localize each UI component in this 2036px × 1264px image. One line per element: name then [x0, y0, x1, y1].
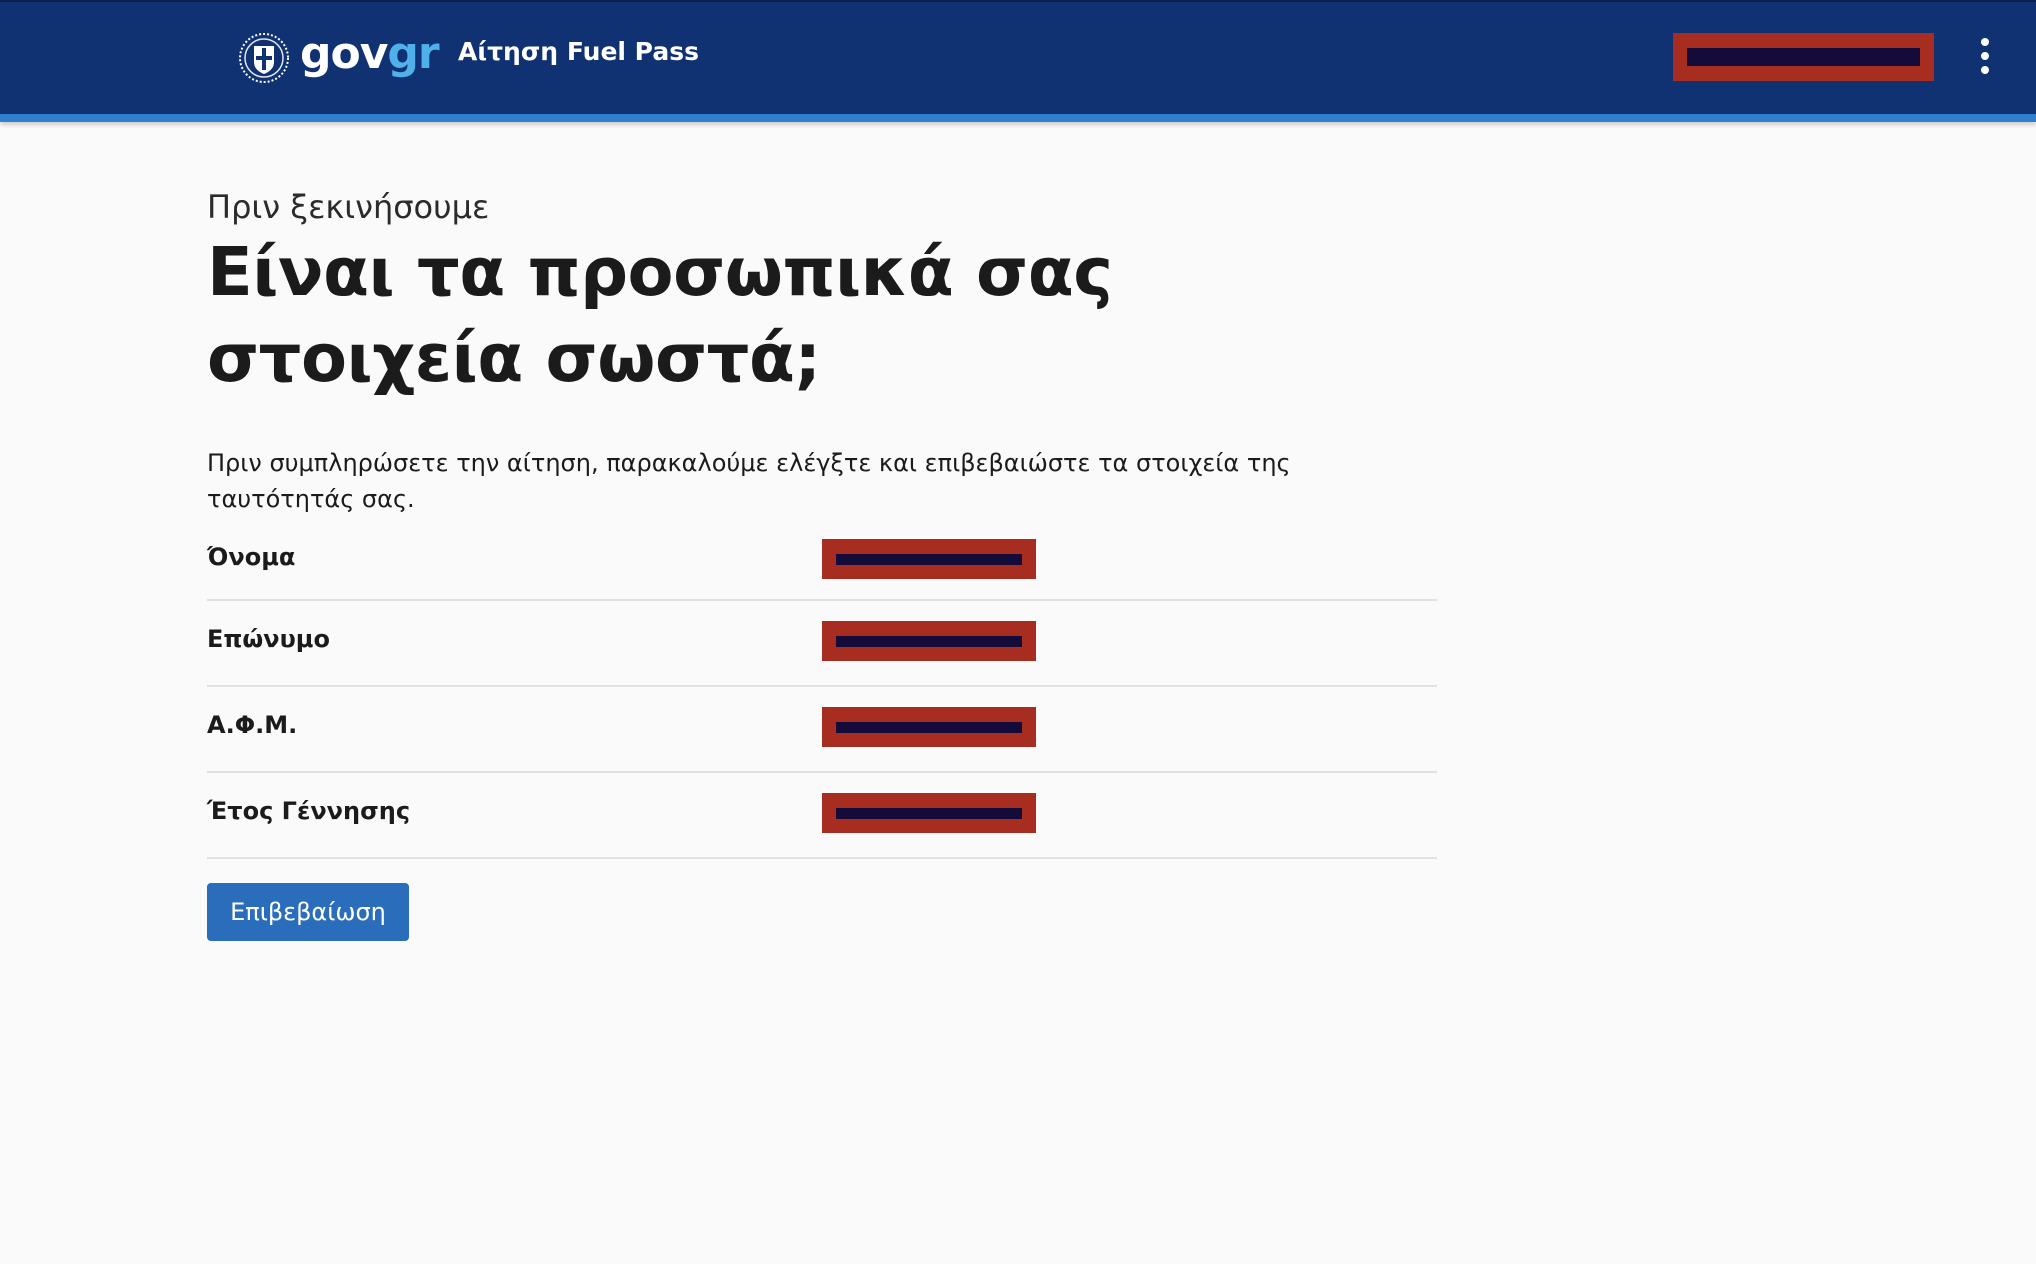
page-caption: Πριν ξεκινήσουμε [207, 188, 490, 226]
govgr-logo[interactable]: govgr [238, 30, 440, 86]
detail-label: Όνομα [207, 543, 296, 571]
intro-text: Πριν συμπληρώσετε την αίτηση, παρακαλούμ… [207, 449, 1291, 513]
detail-value-redacted [822, 793, 1036, 833]
page-title: Είναι τα προσωπικά σας στοιχεία σωστά; [207, 233, 1113, 397]
redaction-bar [836, 554, 1022, 565]
logo-gr-text: gr [387, 28, 439, 79]
detail-label: Έτος Γέννησης [207, 797, 411, 825]
top-app-bar: govgr Αίτηση Fuel Pass [0, 0, 2036, 114]
redaction-bar [836, 722, 1022, 733]
more-vertical-icon-dot [1981, 66, 1989, 74]
detail-value-redacted [822, 539, 1036, 579]
header-accent-stripe [0, 114, 2036, 122]
detail-label: Επώνυμο [207, 625, 330, 653]
redaction-bar [836, 636, 1022, 647]
greek-coat-of-arms-icon [239, 33, 289, 83]
service-name[interactable]: Αίτηση Fuel Pass [458, 34, 699, 70]
detail-value-redacted [822, 707, 1036, 747]
confirm-button[interactable]: Επιβεβαίωση [207, 883, 409, 941]
detail-row-first-name: Όνομα [207, 529, 1437, 601]
redaction-bar [1687, 48, 1920, 66]
personal-details-list: Όνομα Επώνυμο Α.Φ.Μ. Έτος Γέννησης [207, 529, 1437, 859]
more-vertical-icon-dot [1981, 52, 1989, 60]
detail-row-tax-id: Α.Φ.Μ. [207, 687, 1437, 773]
detail-value-redacted [822, 621, 1036, 661]
detail-row-last-name: Επώνυμο [207, 601, 1437, 687]
logo-gov-text: gov [300, 28, 388, 79]
detail-row-birth-year: Έτος Γέννησης [207, 773, 1437, 859]
more-menu-button[interactable] [1970, 36, 2000, 76]
main-content: Πριν ξεκινήσουμε Είναι τα προσωπικά σας … [207, 185, 1437, 941]
more-vertical-icon-dot [1981, 38, 1989, 46]
user-name-redacted [1673, 33, 1934, 81]
logo-wordmark: govgr [300, 32, 440, 76]
detail-label: Α.Φ.Μ. [207, 711, 298, 739]
redaction-bar [836, 808, 1022, 819]
